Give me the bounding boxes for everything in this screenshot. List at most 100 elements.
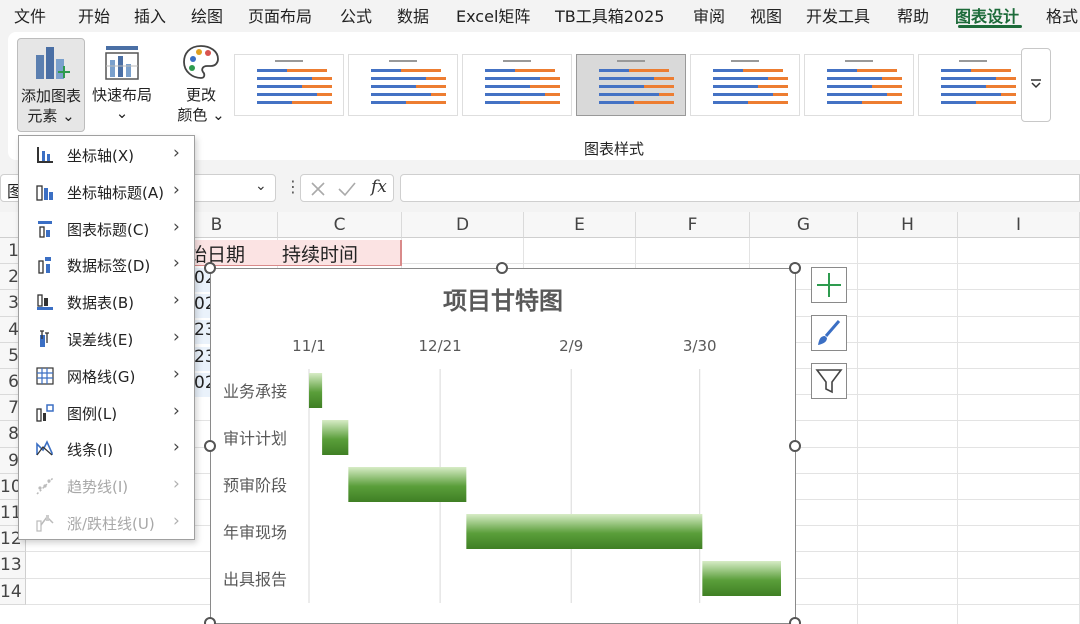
gantt-chart-svg: 项目甘特图 11/1 12/21 2/9 3/30 业务承接审计计划预审阶段年审现场出具报… <box>223 287 781 603</box>
menu-item[interactable]: 坐标轴(X) › <box>19 137 194 173</box>
gantt-bar[interactable] <box>348 467 467 502</box>
resize-handle[interactable] <box>789 262 801 274</box>
chevron-right-icon: › <box>173 437 180 458</box>
column-header[interactable]: E <box>524 212 636 238</box>
tab-7[interactable]: Excel矩阵 <box>456 3 530 27</box>
cell-b-value[interactable]: 23 <box>194 346 210 371</box>
resize-handle[interactable] <box>204 617 216 624</box>
menu-item[interactable]: 网格线(G) › <box>19 358 194 394</box>
menu-item[interactable]: 坐标轴标题(A) › <box>19 174 194 210</box>
chart-title[interactable]: 项目甘特图 <box>443 287 563 315</box>
chart-title-icon <box>38 220 52 238</box>
tab-10[interactable]: 视图 <box>750 3 782 27</box>
gantt-bar[interactable] <box>702 561 781 596</box>
menu-item-label: 坐标轴标题(A) <box>67 183 164 202</box>
add-chart-element-button[interactable]: 添加图表 元素 ⌄ <box>17 38 85 132</box>
resize-handle[interactable] <box>789 617 801 624</box>
gantt-bar[interactable] <box>322 420 349 455</box>
resize-handle[interactable] <box>789 440 801 452</box>
cell-b1[interactable]: 始日期 <box>188 240 278 266</box>
menu-item[interactable]: 图表标题(C) › <box>19 211 194 247</box>
resize-handle[interactable] <box>496 262 508 274</box>
tab-11[interactable]: 开发工具 <box>806 3 870 27</box>
cancel-icon[interactable] <box>309 180 327 198</box>
insert-function-icon[interactable]: fx <box>371 177 387 197</box>
active-tab-indicator <box>958 25 1022 28</box>
chart-style-thumbnail[interactable] <box>804 54 914 116</box>
resize-handle[interactable] <box>204 262 216 274</box>
chart-styles-button[interactable] <box>811 315 847 351</box>
chart-style-thumbnail[interactable] <box>348 54 458 116</box>
menu-item[interactable]: 图例(L) › <box>19 395 194 431</box>
tab-13[interactable]: 图表设计 <box>955 3 1019 27</box>
tab-14[interactable]: 格式 <box>1046 3 1078 27</box>
tab-6[interactable]: 数据 <box>397 3 429 27</box>
cell-b-value[interactable]: 23 <box>194 320 210 345</box>
menu-item[interactable]: 线条(I) › <box>19 431 194 467</box>
cell-b-value[interactable]: 02 <box>194 294 210 319</box>
legend-icon <box>36 403 54 422</box>
change-colors-button[interactable]: 更改 颜色 ⌄ <box>170 38 232 132</box>
x-tick-label: 12/21 <box>418 337 461 355</box>
column-header[interactable]: H <box>858 212 958 238</box>
cell-b-value[interactable]: 02 <box>194 372 210 397</box>
tab-0[interactable]: 文件 <box>14 3 46 27</box>
menu-item-label: 坐标轴(X) <box>67 147 134 165</box>
category-label: 出具报告 <box>223 570 287 589</box>
chevron-down-icon[interactable]: ⌄ <box>255 178 267 194</box>
chart-style-preview-icon <box>713 60 788 104</box>
quick-layout-button[interactable]: 快速布局 ⌄ <box>88 38 156 132</box>
chart-style-thumbnail[interactable] <box>234 54 344 116</box>
chart-style-thumbnail[interactable] <box>462 54 572 116</box>
gantt-chart[interactable]: 项目甘特图 11/1 12/21 2/9 3/30 业务承接 审计计划 预审阶段 年审现场 出具报… <box>210 268 796 624</box>
chart-style-thumbnail[interactable] <box>690 54 800 116</box>
filter-icon <box>815 369 843 394</box>
tab-5[interactable]: 公式 <box>340 3 372 27</box>
column-header[interactable]: D <box>402 212 524 238</box>
chart-style-thumbnail[interactable] <box>576 54 686 116</box>
chart-filters-button[interactable] <box>811 363 847 399</box>
chart-style-preview-icon <box>485 60 560 104</box>
menu-item[interactable]: 误差线(E) › <box>19 321 194 357</box>
gallery-more-button[interactable] <box>1021 48 1051 122</box>
chevron-right-icon: › <box>173 474 180 495</box>
menu-item-label: 网格线(G) <box>67 367 136 386</box>
chart-style-preview-icon <box>257 60 332 104</box>
menu-item[interactable]: 数据标签(D) › <box>19 247 194 283</box>
chevron-right-icon: › <box>173 290 180 311</box>
column-header[interactable]: G <box>750 212 858 238</box>
chart-styles-group-label: 图表样式 <box>584 140 645 158</box>
chart-elements-button[interactable] <box>811 267 847 303</box>
column-header[interactable]: F <box>636 212 750 238</box>
data-table-icon <box>37 294 53 311</box>
tab-3[interactable]: 绘图 <box>191 3 223 27</box>
formula-input[interactable] <box>400 174 1080 202</box>
gantt-bar[interactable] <box>466 514 703 549</box>
trendline-icon <box>36 477 54 495</box>
menu-item[interactable]: 数据表(B) › <box>19 284 194 320</box>
cell-c1[interactable]: 持续时间 <box>278 240 402 266</box>
x-tick-label: 11/1 <box>292 337 326 355</box>
brush-icon <box>818 320 841 345</box>
gantt-bar[interactable] <box>309 373 323 408</box>
tab-4[interactable]: 页面布局 <box>248 3 312 27</box>
column-header[interactable]: C <box>278 212 402 238</box>
tab-9[interactable]: 审阅 <box>693 3 725 27</box>
tab-2[interactable]: 插入 <box>134 3 166 27</box>
tab-8[interactable]: TB工具箱2025 <box>555 3 664 27</box>
formula-controls: fx <box>300 174 394 202</box>
category-label: 审计计划 <box>223 429 287 448</box>
tab-1[interactable]: 开始 <box>78 3 110 27</box>
row-header[interactable]: 13 <box>0 552 26 579</box>
row-header[interactable]: 14 <box>0 578 26 605</box>
menu-item-label: 线条(I) <box>67 441 114 460</box>
chart-style-thumbnail[interactable] <box>918 54 1028 116</box>
menu-item: 趋势线(I) › <box>19 468 194 504</box>
resize-handle[interactable] <box>204 440 216 452</box>
tab-12[interactable]: 帮助 <box>897 3 929 27</box>
enter-icon[interactable] <box>337 180 357 198</box>
chevron-right-icon: › <box>173 253 180 274</box>
axis-title-icon <box>36 185 53 201</box>
column-header[interactable]: I <box>958 212 1080 238</box>
menu-item-label: 数据表(B) <box>67 294 134 313</box>
